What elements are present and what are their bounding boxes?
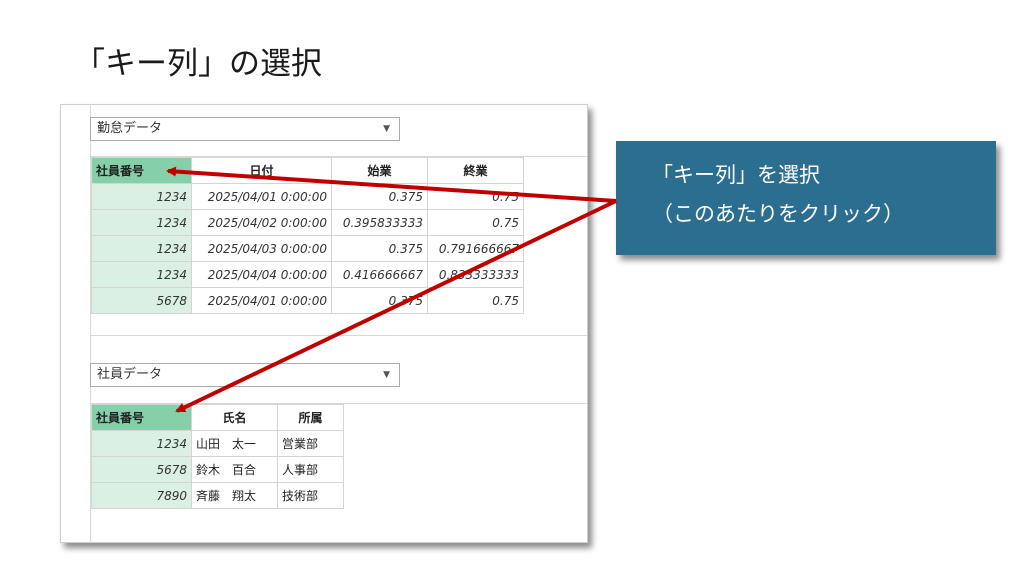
column-header[interactable]: 始業 xyxy=(331,157,428,184)
table-cell-key[interactable]: 5678 xyxy=(91,287,192,314)
table-row: 5678 2025/04/01 0:00:00 0.375 0.75 xyxy=(91,287,524,314)
table-cell: 2025/04/01 0:00:00 xyxy=(191,183,332,210)
callout-line-2: （このあたりをクリック） xyxy=(652,202,904,226)
table-cell: 0.416666667 xyxy=(331,261,428,288)
table-cell: 技術部 xyxy=(277,482,344,509)
table-row: 1234 2025/04/03 0:00:00 0.375 0.79166666… xyxy=(91,235,524,262)
table-row: 1234 山田 太一 営業部 xyxy=(91,430,344,457)
table-cell: 2025/04/04 0:00:00 xyxy=(191,261,332,288)
table-cell: 2025/04/03 0:00:00 xyxy=(191,235,332,262)
chevron-down-icon[interactable]: ▼ xyxy=(383,118,390,140)
table-row: 5678 鈴木 百合 人事部 xyxy=(91,456,344,483)
table-cell: 営業部 xyxy=(277,430,344,457)
table-cell-key[interactable]: 1234 xyxy=(91,261,192,288)
column-header[interactable]: 所属 xyxy=(277,404,344,431)
table-row: 1234 2025/04/01 0:00:00 0.375 0.75 xyxy=(91,183,524,210)
table-cell: 鈴木 百合 xyxy=(191,456,278,483)
table-cell-key[interactable]: 1234 xyxy=(91,209,192,236)
table-cell: 0.75 xyxy=(427,183,524,210)
table-header-row: 社員番号 日付 始業 終業 xyxy=(91,157,524,184)
column-header[interactable]: 終業 xyxy=(427,157,524,184)
table-cell-key[interactable]: 1234 xyxy=(91,235,192,262)
query-select-1[interactable]: 勤怠データ ▼ xyxy=(90,117,400,141)
chevron-down-icon[interactable]: ▼ xyxy=(383,364,390,386)
table-row: 7890 斉藤 翔太 技術部 xyxy=(91,482,344,509)
table-cell: 0.791666667 xyxy=(427,235,524,262)
merge-dialog-panel: 勤怠データ ▼ 社員番号 日付 始業 終業 1234 2025/04/01 0:… xyxy=(60,104,588,543)
page-title: 「キー列」の選択 xyxy=(74,46,322,82)
table-cell: 2025/04/02 0:00:00 xyxy=(191,209,332,236)
table-header-row: 社員番号 氏名 所属 xyxy=(91,404,344,431)
table-cell: 0.833333333 xyxy=(427,261,524,288)
preview-table-2: 社員番号 氏名 所属 1234 山田 太一 営業部 5678 鈴木 百合 人事部… xyxy=(91,404,344,509)
separator-2 xyxy=(90,335,587,336)
callout-line-1: 「キー列」を選択 xyxy=(652,163,820,187)
table-cell: 0.375 xyxy=(331,287,428,314)
table-cell: 人事部 xyxy=(277,456,344,483)
table-cell-key[interactable]: 1234 xyxy=(91,430,192,457)
table-row: 1234 2025/04/02 0:00:00 0.395833333 0.75 xyxy=(91,209,524,236)
table-cell: 0.395833333 xyxy=(331,209,428,236)
table-cell: 0.375 xyxy=(331,183,428,210)
table-cell: 0.375 xyxy=(331,235,428,262)
column-header-key[interactable]: 社員番号 xyxy=(91,157,192,184)
table-cell: 0.75 xyxy=(427,287,524,314)
table-cell-key[interactable]: 7890 xyxy=(91,482,192,509)
table-cell-key[interactable]: 5678 xyxy=(91,456,192,483)
table-cell: 山田 太一 xyxy=(191,430,278,457)
query-select-2-value: 社員データ xyxy=(97,367,163,382)
table-cell-key[interactable]: 1234 xyxy=(91,183,192,210)
column-header[interactable]: 日付 xyxy=(191,157,332,184)
table-cell: 0.75 xyxy=(427,209,524,236)
instruction-callout: 「キー列」を選択 （このあたりをクリック） xyxy=(616,141,996,255)
column-header[interactable]: 氏名 xyxy=(191,404,278,431)
query-select-1-value: 勤怠データ xyxy=(97,121,163,136)
column-header-key[interactable]: 社員番号 xyxy=(91,404,192,431)
table-cell: 2025/04/01 0:00:00 xyxy=(191,287,332,314)
preview-table-1: 社員番号 日付 始業 終業 1234 2025/04/01 0:00:00 0.… xyxy=(91,157,524,314)
table-cell: 斉藤 翔太 xyxy=(191,482,278,509)
query-select-2[interactable]: 社員データ ▼ xyxy=(90,363,400,387)
table-row: 1234 2025/04/04 0:00:00 0.416666667 0.83… xyxy=(91,261,524,288)
